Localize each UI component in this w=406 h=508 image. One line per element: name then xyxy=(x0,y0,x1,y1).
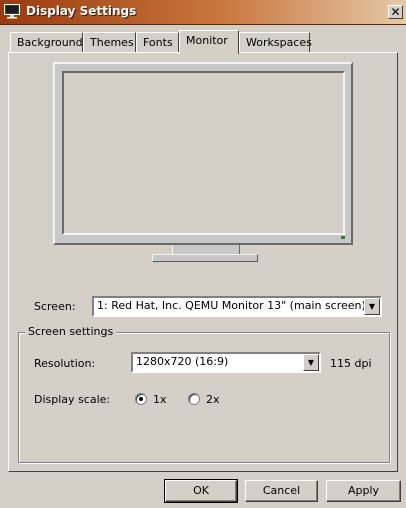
resolution-label: Resolution: xyxy=(34,357,96,370)
resolution-select-value: 1280x720 (16:9) xyxy=(136,355,229,368)
monitor-icon xyxy=(4,4,20,19)
dpi-value: 115 dpi xyxy=(330,357,372,370)
screen-select[interactable]: 1: Red Hat, Inc. QEMU Monitor 13" (main … xyxy=(92,296,382,317)
tab-fonts[interactable]: Fonts xyxy=(136,32,179,52)
close-button[interactable]: ✕ xyxy=(388,5,403,19)
apply-button[interactable]: Apply xyxy=(326,480,401,502)
scale-2x-radio[interactable] xyxy=(188,393,200,405)
tab-workspaces[interactable]: Workspaces xyxy=(239,32,312,52)
tab-themes[interactable]: Themes xyxy=(83,32,136,52)
display-settings-window: Display Settings ✕ Background Themes Fon… xyxy=(0,0,406,508)
monitor-preview-screen xyxy=(62,71,345,235)
tab-monitor[interactable]: Monitor xyxy=(179,30,239,54)
screen-settings-title: Screen settings xyxy=(25,325,117,338)
scale-2x-label[interactable]: 2x xyxy=(206,393,220,406)
scale-1x-label[interactable]: 1x xyxy=(153,393,167,406)
ok-button[interactable]: OK xyxy=(164,479,238,503)
display-scale-label: Display scale: xyxy=(34,393,111,406)
monitor-neck xyxy=(172,245,240,254)
screen-label: Screen: xyxy=(34,300,76,313)
resolution-select[interactable]: 1280x720 (16:9) ▼ xyxy=(131,352,321,373)
tab-background[interactable]: Background xyxy=(10,32,83,52)
window-title: Display Settings xyxy=(26,4,137,18)
screen-select-value: 1: Red Hat, Inc. QEMU Monitor 13" (main … xyxy=(97,299,366,312)
chevron-down-icon[interactable]: ▼ xyxy=(303,354,319,371)
chevron-down-icon[interactable]: ▼ xyxy=(364,298,380,315)
monitor-base xyxy=(152,254,258,262)
radio-selected-dot xyxy=(139,397,143,401)
power-led-icon xyxy=(341,236,345,239)
scale-1x-radio[interactable] xyxy=(135,393,147,405)
close-icon: ✕ xyxy=(390,5,401,19)
cancel-button[interactable]: Cancel xyxy=(245,480,318,502)
title-bar[interactable]: Display Settings ✕ xyxy=(0,0,406,25)
